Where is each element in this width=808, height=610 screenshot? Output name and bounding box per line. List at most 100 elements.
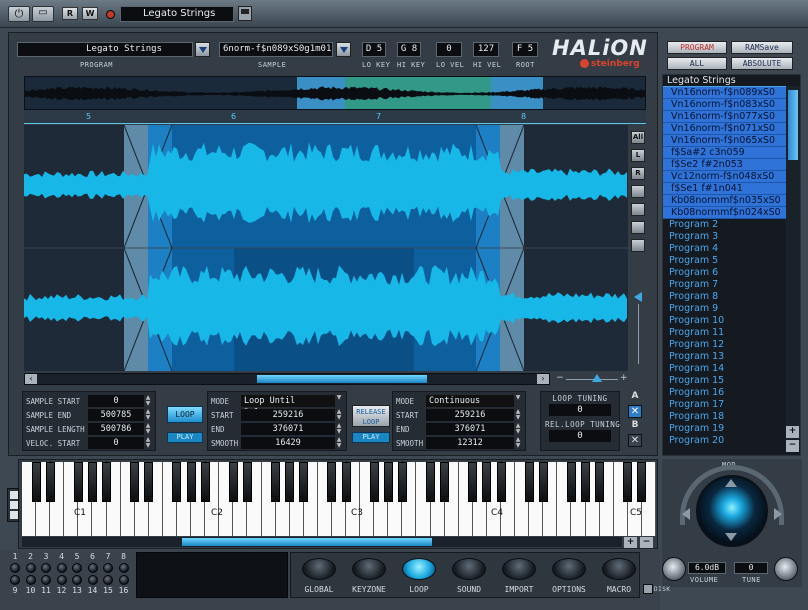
scroll-left-icon[interactable]: ‹: [25, 374, 37, 384]
tab-button-icon[interactable]: [452, 558, 486, 580]
tab-button-icon[interactable]: [302, 558, 336, 580]
a-close-icon[interactable]: ✕: [628, 405, 642, 418]
program-sample-item[interactable]: Vn16norm-f$n083xS0: [663, 99, 787, 111]
loop-mode-arrow-icon[interactable]: ▼: [335, 395, 343, 407]
program-select[interactable]: Legato Strings: [17, 42, 193, 57]
black-key[interactable]: [468, 462, 478, 502]
channel-led[interactable]: [10, 575, 20, 585]
black-key[interactable]: [102, 462, 112, 502]
tune-knob[interactable]: [774, 557, 798, 581]
channel-led[interactable]: [103, 575, 113, 585]
tab-keyzone[interactable]: KEYZONE: [345, 555, 393, 597]
tab-button-icon[interactable]: [402, 558, 436, 580]
black-key[interactable]: [200, 462, 210, 502]
channel-led[interactable]: [118, 563, 129, 573]
channel-led[interactable]: [25, 563, 36, 573]
loop-play-button[interactable]: PLAY: [167, 432, 203, 443]
program-dropdown-arrow-icon[interactable]: [195, 42, 210, 57]
loop-smooth-value[interactable]: 16429: [241, 437, 335, 449]
all-button[interactable]: ALL: [667, 57, 727, 70]
program-list-item[interactable]: Program 7: [663, 279, 787, 291]
sample-start-spin-icon[interactable]: ▲ ▼: [144, 395, 152, 407]
mod-down-arrow-icon[interactable]: [725, 533, 737, 541]
black-key[interactable]: [623, 462, 633, 502]
loop-start-spin-icon[interactable]: ▲ ▼: [335, 409, 343, 421]
black-key[interactable]: [426, 462, 436, 502]
black-key[interactable]: [440, 462, 450, 502]
channel-led[interactable]: [56, 563, 67, 573]
program-list-item[interactable]: Program 6: [663, 267, 787, 279]
lo-vel-field[interactable]: 0: [436, 42, 462, 57]
zoom-out-icon[interactable]: −: [556, 373, 564, 383]
tool-button-1[interactable]: [631, 185, 645, 198]
b-close-icon[interactable]: ✕: [628, 434, 642, 447]
program-list-item[interactable]: Program 16: [663, 387, 787, 399]
black-key[interactable]: [637, 462, 647, 502]
hi-vel-field[interactable]: 127: [473, 42, 499, 57]
lo-key-field[interactable]: D 5: [362, 42, 386, 57]
black-key[interactable]: [31, 462, 41, 502]
program-add-button[interactable]: +: [786, 426, 799, 438]
channel-led[interactable]: [41, 575, 51, 585]
program-list-item[interactable]: Program 10: [663, 315, 787, 327]
black-key[interactable]: [581, 462, 591, 502]
program-list-item[interactable]: Program 3: [663, 231, 787, 243]
volume-knob[interactable]: [662, 557, 686, 581]
keyboard-zoom-in-button[interactable]: +: [624, 537, 637, 548]
black-key[interactable]: [271, 462, 281, 502]
view-right-button[interactable]: R: [631, 167, 645, 180]
program-list-header[interactable]: Legato Strings: [663, 75, 800, 87]
black-key[interactable]: [228, 462, 238, 502]
loop-tuning-value[interactable]: 0: [549, 404, 611, 416]
tool-button-3[interactable]: [631, 221, 645, 234]
black-key[interactable]: [172, 462, 182, 502]
program-list-item[interactable]: Program 4: [663, 243, 787, 255]
absolute-button[interactable]: ABSOLUTE: [731, 57, 793, 70]
loop-end-value[interactable]: 376071: [241, 423, 335, 435]
channel-led[interactable]: [25, 575, 36, 585]
program-list-item[interactable]: Program 13: [663, 351, 787, 363]
tool-button-4[interactable]: [631, 239, 645, 252]
waveform-editor[interactable]: [24, 125, 628, 371]
save-disk-icon[interactable]: [238, 6, 252, 21]
waveform-overview[interactable]: [24, 76, 646, 110]
ramsave-button[interactable]: RAMSave: [731, 41, 793, 54]
black-key[interactable]: [341, 462, 351, 502]
zoom-slider[interactable]: − +: [556, 373, 628, 385]
tab-macro[interactable]: MACRO: [595, 555, 643, 597]
loop-end-spin-icon[interactable]: ▲ ▼: [335, 423, 343, 435]
mod-right-arrow-icon[interactable]: [774, 508, 782, 520]
program-list-item[interactable]: Program 2: [663, 219, 787, 231]
tab-button-icon[interactable]: [502, 558, 536, 580]
loop-start-value[interactable]: 259216: [241, 409, 335, 421]
loop-mode-select[interactable]: Loop Until Release: [241, 395, 335, 418]
loop-button[interactable]: LOOP: [167, 406, 203, 423]
black-key[interactable]: [45, 462, 55, 502]
channel-led[interactable]: [118, 575, 129, 585]
release-play-button[interactable]: PLAY: [352, 432, 390, 443]
program-list-item[interactable]: Program 11: [663, 327, 787, 339]
release-smooth-spin-icon[interactable]: ▲ ▼: [514, 437, 522, 449]
tab-global[interactable]: GLOBAL: [295, 555, 343, 597]
tab-button-icon[interactable]: [602, 558, 636, 580]
view-all-button[interactable]: All: [631, 131, 645, 144]
root-field[interactable]: F 5: [512, 42, 538, 57]
release-end-spin-icon[interactable]: ▲ ▼: [514, 423, 522, 435]
keyboard-scrollbar[interactable]: [22, 537, 622, 547]
keyboard-zoom-out-button[interactable]: −: [640, 537, 653, 548]
black-key[interactable]: [524, 462, 534, 502]
program-list-scroll-thumb[interactable]: [788, 90, 798, 160]
power-icon[interactable]: ⏻: [8, 6, 30, 22]
program-sample-item[interactable]: f$Sa#2 c3n059: [663, 147, 787, 159]
program-remove-button[interactable]: −: [786, 440, 799, 452]
black-key[interactable]: [299, 462, 309, 502]
black-key[interactable]: [538, 462, 548, 502]
program-sample-item[interactable]: Vn16norm-f$n071xS0: [663, 123, 787, 135]
tune-value[interactable]: 0: [734, 562, 768, 574]
program-sample-item[interactable]: Vn16norm-f$n065xS0: [663, 135, 787, 147]
program-list-item[interactable]: Program 18: [663, 411, 787, 423]
channel-led[interactable]: [10, 563, 20, 573]
black-key[interactable]: [566, 462, 576, 502]
channel-led[interactable]: [103, 563, 113, 573]
tool-button-2[interactable]: [631, 203, 645, 216]
